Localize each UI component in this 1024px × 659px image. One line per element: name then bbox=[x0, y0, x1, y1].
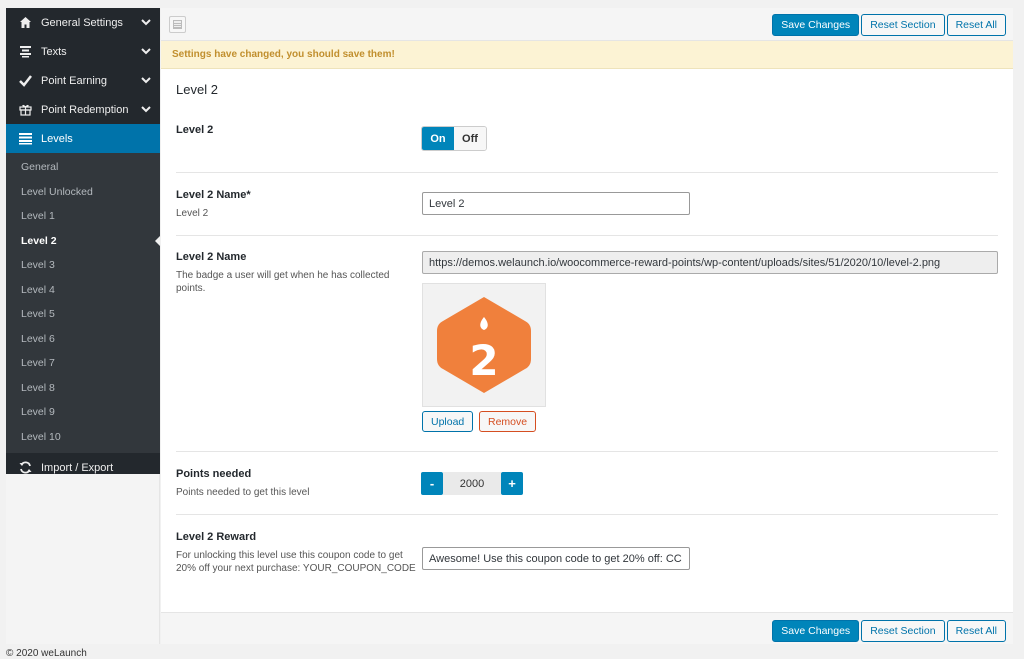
bottom-toolbar: Save Changes Reset Section Reset All bbox=[161, 612, 1013, 644]
text-align-icon bbox=[18, 45, 32, 59]
submenu-item-level-6[interactable]: Level 6 bbox=[6, 327, 160, 352]
field-desc-badge: The badge a user will get when he has co… bbox=[176, 270, 390, 294]
field-title-name: Level 2 Name* bbox=[176, 189, 251, 201]
sidebar-item-point-earning[interactable]: Point Earning bbox=[6, 66, 160, 95]
enable-switch[interactable]: On Off bbox=[421, 126, 487, 151]
level-name-input[interactable]: Level 2 bbox=[422, 192, 690, 215]
field-desc-name: Level 2 bbox=[176, 208, 209, 219]
sidebar: General Settings Texts Point Earning Poi… bbox=[6, 8, 160, 474]
footer-copyright: © 2020 weLaunch bbox=[6, 648, 87, 659]
chevron-down-icon bbox=[141, 19, 151, 26]
switch-off-button[interactable]: Off bbox=[454, 127, 486, 150]
remove-button[interactable]: Remove bbox=[479, 411, 537, 432]
submenu-item-level-9[interactable]: Level 9 bbox=[6, 400, 160, 425]
refresh-icon bbox=[18, 461, 32, 475]
submenu-item-general[interactable]: General bbox=[6, 155, 160, 180]
sidebar-item-levels[interactable]: Levels bbox=[6, 124, 160, 153]
reset-section-button[interactable]: Reset Section bbox=[861, 14, 945, 36]
submenu-item-level-unlocked[interactable]: Level Unlocked bbox=[6, 180, 160, 205]
toolbar-buttons: Save Changes Reset Section Reset All bbox=[772, 14, 1006, 36]
save-changes-button[interactable]: Save Changes bbox=[772, 14, 860, 36]
sidebar-item-texts[interactable]: Texts bbox=[6, 37, 160, 66]
divider bbox=[176, 514, 998, 515]
submenu-item-level-7[interactable]: Level 7 bbox=[6, 351, 160, 376]
field-desc-reward: For unlocking this level use this coupon… bbox=[176, 550, 416, 574]
home-icon bbox=[18, 16, 32, 30]
badge-image: 2 bbox=[437, 297, 531, 393]
section-title: Level 2 bbox=[176, 82, 218, 97]
sidebar-item-label: Texts bbox=[41, 45, 67, 58]
field-title-badge: Level 2 Name bbox=[176, 251, 247, 263]
sidebar-item-general-settings[interactable]: General Settings bbox=[6, 8, 160, 37]
increment-button[interactable]: + bbox=[501, 472, 523, 495]
points-input[interactable]: 2000 bbox=[443, 472, 501, 495]
field-title-reward: Level 2 Reward bbox=[176, 531, 257, 543]
submenu-item-level-5[interactable]: Level 5 bbox=[6, 302, 160, 327]
submenu-item-level-3[interactable]: Level 3 bbox=[6, 253, 160, 278]
divider bbox=[176, 451, 998, 452]
sidebar-item-label: Point Redemption bbox=[41, 103, 129, 116]
badge-number: 2 bbox=[469, 336, 498, 385]
sidebar-item-point-redemption[interactable]: Point Redemption bbox=[6, 95, 160, 124]
reward-text-input[interactable]: Awesome! Use this coupon code to get 20%… bbox=[422, 547, 690, 570]
settings-changed-notice: Settings have changed, you should save t… bbox=[161, 41, 1013, 69]
decrement-button[interactable]: - bbox=[421, 472, 443, 495]
sidebar-item-label: General Settings bbox=[41, 16, 123, 29]
sidebar-item-label: Import / Export bbox=[41, 461, 114, 474]
chevron-down-icon bbox=[141, 77, 151, 84]
divider bbox=[176, 235, 998, 236]
settings-panel: Level 2 Level 2 On Off Level 2 Name* Lev… bbox=[161, 69, 1013, 612]
reset-section-button[interactable]: Reset Section bbox=[861, 620, 945, 642]
gift-icon bbox=[18, 103, 32, 117]
sidebar-background bbox=[6, 474, 160, 644]
divider bbox=[176, 172, 998, 173]
save-changes-button[interactable]: Save Changes bbox=[772, 620, 860, 642]
chevron-down-icon bbox=[141, 48, 151, 55]
list-icon bbox=[18, 132, 32, 146]
submenu-item-level-4[interactable]: Level 4 bbox=[6, 278, 160, 303]
submenu-item-level-10[interactable]: Level 10 bbox=[6, 425, 160, 450]
badge-preview: 2 bbox=[422, 283, 546, 407]
layout-toggle-icon[interactable] bbox=[169, 16, 186, 33]
reset-all-button[interactable]: Reset All bbox=[946, 14, 1006, 36]
field-title-enable: Level 2 bbox=[176, 124, 214, 136]
badge-url-input[interactable]: https://demos.welaunch.io/woocommerce-re… bbox=[422, 251, 998, 274]
checkmark-icon bbox=[18, 74, 32, 88]
sidebar-item-label: Point Earning bbox=[41, 74, 108, 87]
submenu-item-level-8[interactable]: Level 8 bbox=[6, 376, 160, 401]
reset-all-button[interactable]: Reset All bbox=[946, 620, 1006, 642]
levels-submenu: General Level Unlocked Level 1 Level 2 L… bbox=[6, 153, 160, 453]
points-stepper: - 2000 + bbox=[421, 472, 523, 495]
field-title-points: Points needed bbox=[176, 468, 252, 480]
bottom-toolbar-buttons: Save Changes Reset Section Reset All bbox=[772, 620, 1006, 642]
field-desc-points: Points needed to get this level bbox=[176, 487, 310, 498]
submenu-item-level-1[interactable]: Level 1 bbox=[6, 204, 160, 229]
chevron-down-icon bbox=[141, 106, 151, 113]
top-toolbar: Save Changes Reset Section Reset All bbox=[161, 8, 1013, 41]
switch-on-button[interactable]: On bbox=[422, 127, 454, 150]
upload-button[interactable]: Upload bbox=[422, 411, 474, 432]
submenu-item-level-2[interactable]: Level 2 bbox=[6, 229, 160, 254]
sidebar-item-label: Levels bbox=[41, 132, 73, 145]
